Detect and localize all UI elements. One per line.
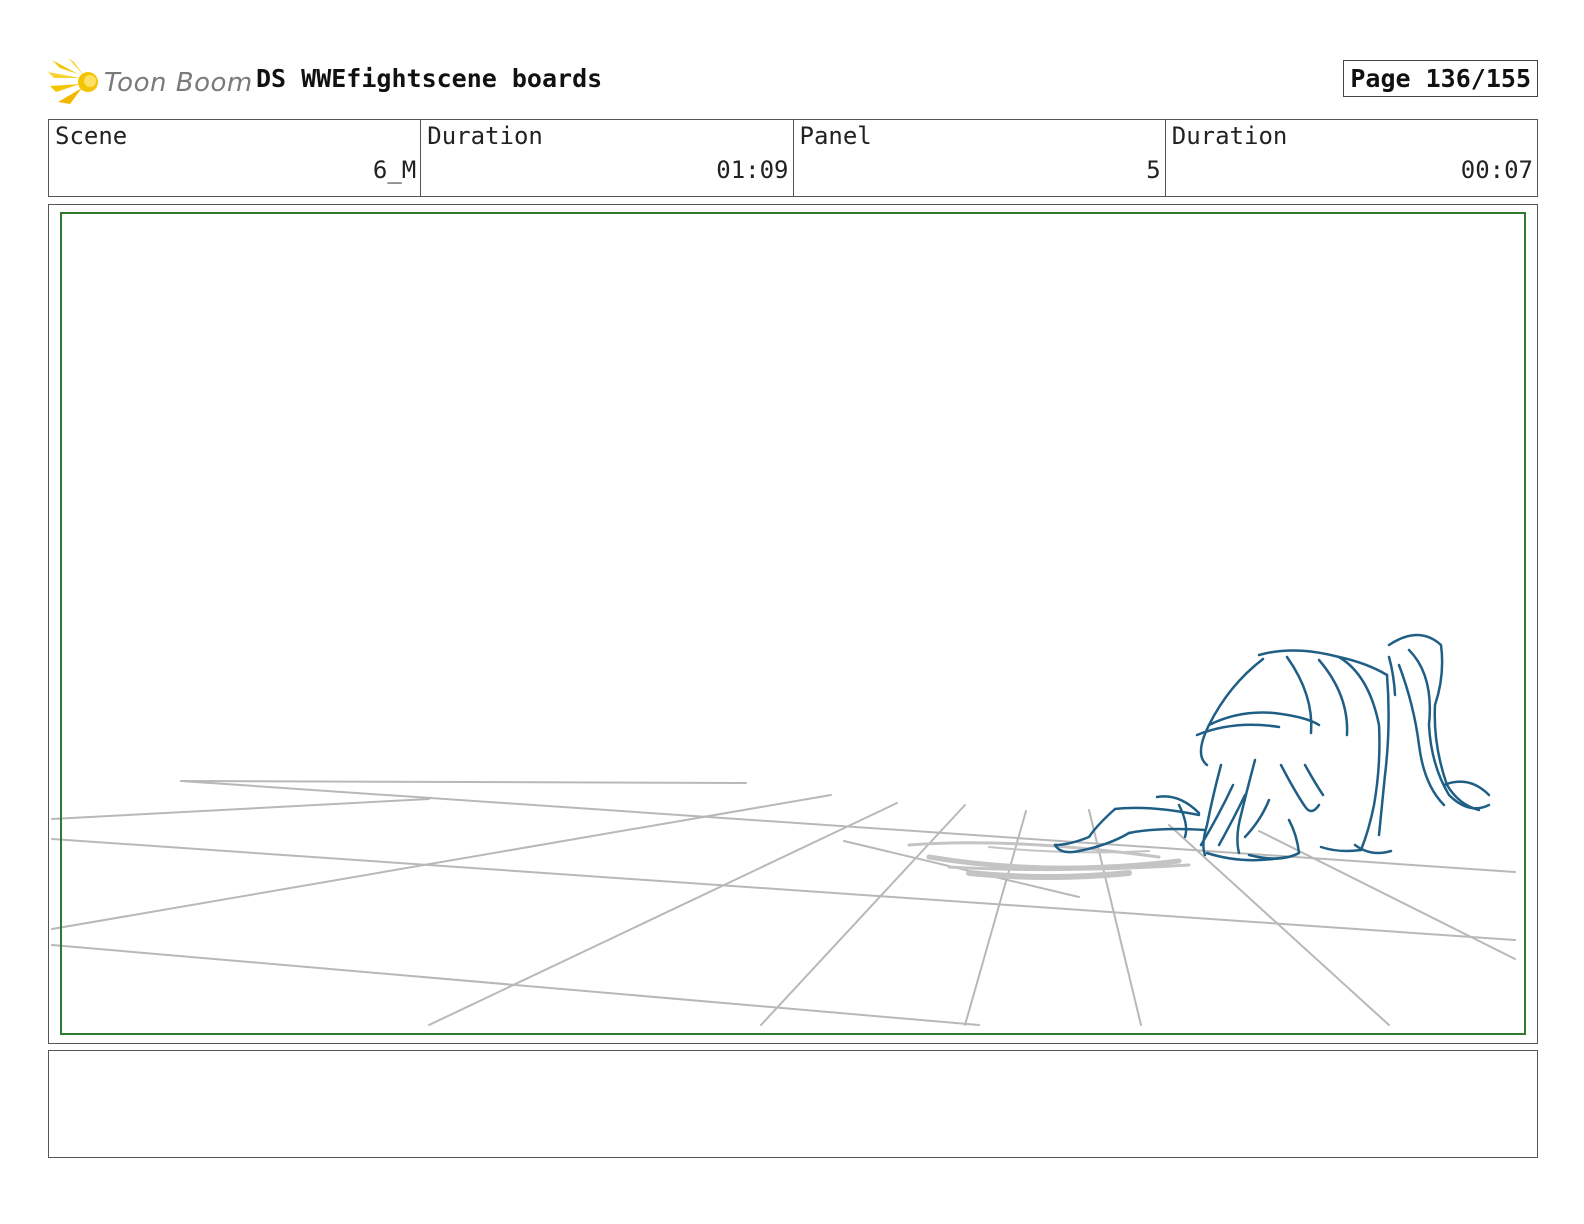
page-header: Toon Boom DS WWEfightscene boards Page 1… <box>48 52 1538 112</box>
storyboard-frame <box>48 204 1538 1044</box>
scene-duration-label: Duration <box>427 122 543 150</box>
panel-cell: Panel 5 <box>794 120 1166 196</box>
safe-area-frame <box>60 212 1526 1035</box>
panel-value: 5 <box>1146 156 1161 184</box>
scene-cell: Scene 6_M <box>49 120 422 196</box>
document-title: DS WWEfightscene boards <box>256 64 603 93</box>
toon-boom-logo: Toon Boom <box>48 56 252 108</box>
panel-duration-value: 00:07 <box>1460 156 1533 184</box>
panel-duration-cell: Duration 00:07 <box>1166 120 1537 196</box>
scene-duration-cell: Duration 01:09 <box>421 120 794 196</box>
scene-label: Scene <box>55 122 128 150</box>
panel-info-table: Scene 6_M Duration 01:09 Panel 5 Duratio… <box>48 119 1538 197</box>
panel-notes-box[interactable] <box>48 1050 1538 1158</box>
page-number: Page 136/155 <box>1343 60 1538 97</box>
panel-duration-label: Duration <box>1171 122 1288 150</box>
toon-boom-burst-icon <box>48 58 98 104</box>
scene-value: 6_M <box>372 156 417 184</box>
panel-label: Panel <box>799 122 872 150</box>
logo-text: Toon Boom <box>104 68 253 98</box>
scene-duration-value: 01:09 <box>716 156 789 184</box>
